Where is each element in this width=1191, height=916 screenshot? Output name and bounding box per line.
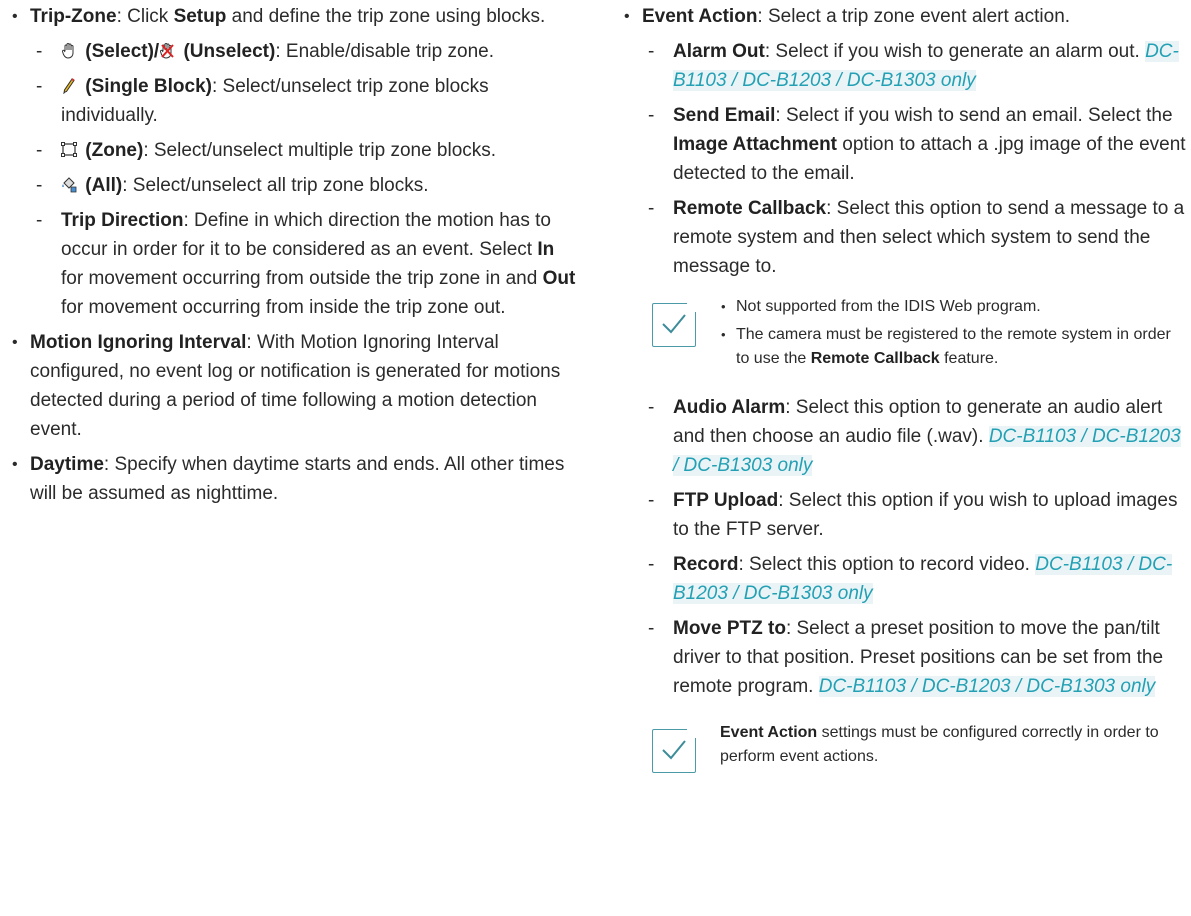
pencil-icon (61, 74, 77, 95)
move-ptz-label: Move PTZ to (673, 618, 786, 639)
select-label: (Select)/ (80, 41, 160, 62)
send-email-item: Send Email: Select if you wish to send a… (620, 101, 1186, 188)
hand-select-icon (61, 39, 77, 59)
record-text: : Select this option to record video. (738, 554, 1036, 575)
trip-direction-text-2: for movement occurring from outside the … (61, 268, 543, 289)
ftp-upload-item: FTP Upload: Select this option if you wi… (620, 486, 1186, 544)
audio-alarm-item: Audio Alarm: Select this option to gener… (620, 393, 1186, 480)
paint-bucket-icon (61, 173, 77, 193)
note-remote-callback-label: Remote Callback (810, 350, 940, 367)
trip-zone-item: Trip-Zone: Click Setup and define the tr… (8, 2, 580, 31)
motion-ignoring-item: Motion Ignoring Interval: With Motion Ig… (8, 328, 580, 444)
single-block-label: (Single Block) (80, 76, 212, 97)
single-block-item: (Single Block): Select/unselect trip zon… (8, 72, 580, 130)
event-action-text: : Select a trip zone event alert action. (757, 6, 1071, 27)
out-label: Out (542, 268, 576, 289)
alarm-out-item: Alarm Out: Select if you wish to generat… (620, 37, 1186, 95)
zone-text: : Select/unselect multiple trip zone blo… (143, 140, 497, 161)
zone-item: (Zone): Select/unselect multiple trip zo… (8, 136, 580, 165)
note-box-remote-callback: Not supported from the IDIS Web program.… (652, 295, 1186, 371)
daytime-label: Daytime (30, 454, 104, 475)
daytime-text: : Specify when daytime starts and ends. … (30, 454, 565, 504)
alarm-out-text: : Select if you wish to generate an alar… (764, 41, 1146, 62)
event-action-item: Event Action: Select a trip zone event a… (620, 2, 1186, 31)
trip-direction-label: Trip Direction (61, 210, 184, 231)
note-event-action-label: Event Action (720, 724, 818, 741)
remote-callback-item: Remote Callback: Select this option to s… (620, 194, 1186, 281)
trip-zone-text-2: and define the trip zone using blocks. (226, 6, 546, 27)
note-box-event-action: Event Action settings must be configured… (652, 721, 1186, 773)
note-item-1: Not supported from the IDIS Web program. (720, 295, 1186, 319)
zone-rectangle-icon (61, 138, 77, 157)
trip-zone-text: : Click (116, 6, 174, 27)
right-column: Event Action: Select a trip zone event a… (620, 2, 1186, 777)
select-text: : Enable/disable trip zone. (275, 41, 494, 62)
trip-direction-item: Trip Direction: Define in which directio… (8, 206, 580, 322)
trip-zone-label: Trip-Zone (30, 6, 117, 27)
zone-label: (Zone) (80, 140, 144, 161)
move-ptz-models: DC-B1103 / DC-B1203 / DC-B1303 only (818, 676, 1156, 697)
note-text: Event Action settings must be configured… (720, 721, 1186, 769)
setup-label: Setup (173, 6, 227, 27)
event-action-label: Event Action (642, 6, 758, 27)
trip-direction-text-3: for movement occurring from inside the t… (61, 297, 506, 318)
left-column: Trip-Zone: Click Setup and define the tr… (8, 2, 580, 514)
select-item: (Select)/ (Unselect): Enable/disable tri… (8, 37, 580, 66)
move-ptz-item: Move PTZ to: Select a preset position to… (620, 614, 1186, 701)
ftp-upload-label: FTP Upload (673, 490, 779, 511)
note-list: Not supported from the IDIS Web program.… (720, 295, 1186, 371)
audio-alarm-label: Audio Alarm (673, 397, 786, 418)
image-attachment-label: Image Attachment (673, 134, 837, 155)
all-item: (All): Select/unselect all trip zone blo… (8, 171, 580, 200)
daytime-item: Daytime: Specify when daytime starts and… (8, 450, 580, 508)
all-label: (All) (80, 175, 123, 196)
checkmark-icon (652, 729, 696, 773)
motion-ignoring-label: Motion Ignoring Interval (30, 332, 247, 353)
note-item-2-text-2: feature. (939, 350, 999, 367)
record-label: Record (673, 554, 739, 575)
record-item: Record: Select this option to record vid… (620, 550, 1186, 608)
hand-unselect-icon (159, 39, 175, 59)
send-email-text: : Select if you wish to send an email. S… (775, 105, 1173, 126)
alarm-out-label: Alarm Out (673, 41, 765, 62)
checkmark-icon (652, 303, 696, 347)
note-item-2: The camera must be registered to the rem… (720, 323, 1186, 371)
in-label: In (537, 239, 555, 260)
unselect-label: (Unselect) (178, 41, 276, 62)
all-text: : Select/unselect all trip zone blocks. (122, 175, 429, 196)
send-email-label: Send Email (673, 105, 776, 126)
remote-callback-label: Remote Callback (673, 198, 827, 219)
